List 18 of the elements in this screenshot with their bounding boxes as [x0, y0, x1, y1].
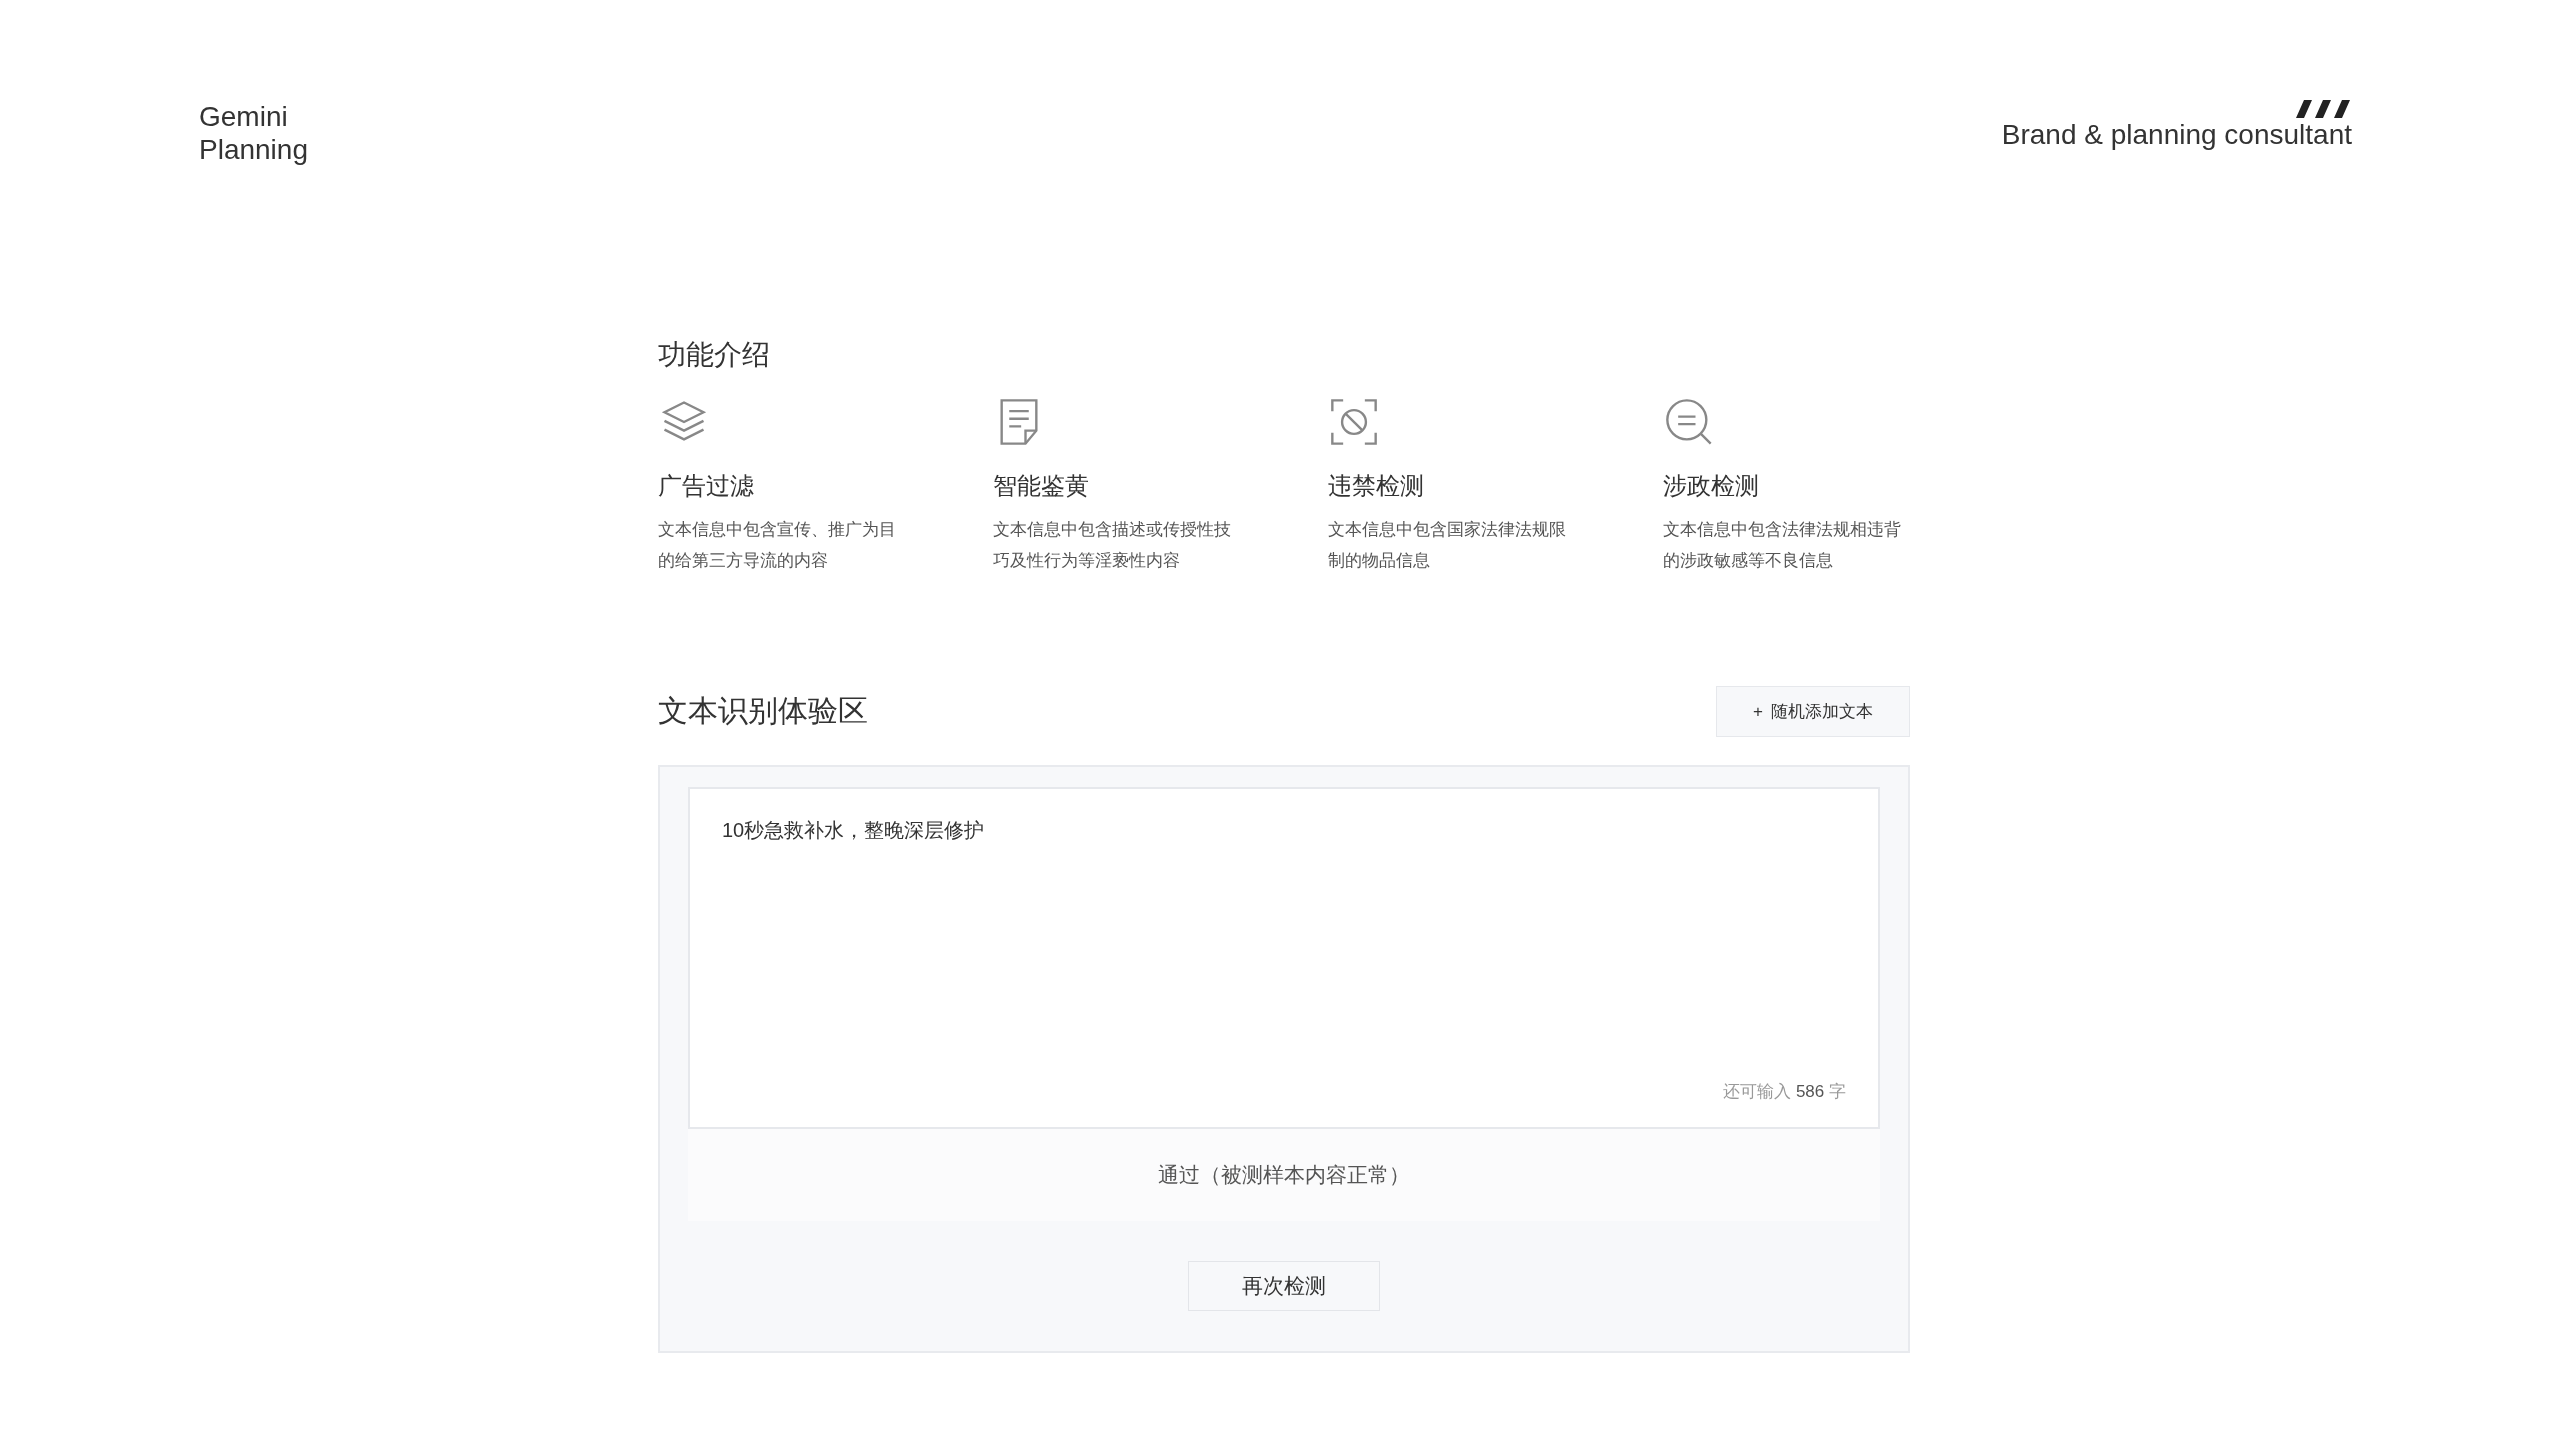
- feature-description: 文本信息中包含法律法规相违背的涉政敏感等不良信息: [1663, 519, 1902, 572]
- section-title: 文本识别体验区: [658, 693, 868, 729]
- prohibited-icon: [1328, 396, 1380, 448]
- feature-description: 文本信息中包含描述或传授性技巧及性行为等淫亵性内容: [993, 519, 1232, 572]
- feature-title: 违禁检测: [1328, 471, 1424, 501]
- add-random-text-button[interactable]: + 随机添加文本: [1716, 686, 1910, 737]
- feature-description: 文本信息中包含宣传、推广为目的给第三方导流的内容: [658, 519, 897, 572]
- result-text: 通过（被测样本内容正常）: [1158, 1162, 1410, 1188]
- feature-title: 广告过滤: [658, 471, 754, 501]
- feature-description: 文本信息中包含国家法律法规限制的物品信息: [1328, 519, 1567, 572]
- brand-name: Gemini Planning: [199, 100, 308, 166]
- text-input-field[interactable]: 10秒急救补水，整晚深层修护 还可输入 586 字: [688, 787, 1880, 1129]
- tagline: Brand & planning consultant: [2001, 118, 2352, 151]
- slashes-logo-icon: [2296, 100, 2352, 118]
- retry-button[interactable]: 再次检测: [1188, 1261, 1380, 1311]
- section-title: 功能介绍: [658, 338, 771, 372]
- feature-title: 智能鉴黄: [993, 471, 1089, 501]
- feature-title: 涉政检测: [1663, 471, 1759, 501]
